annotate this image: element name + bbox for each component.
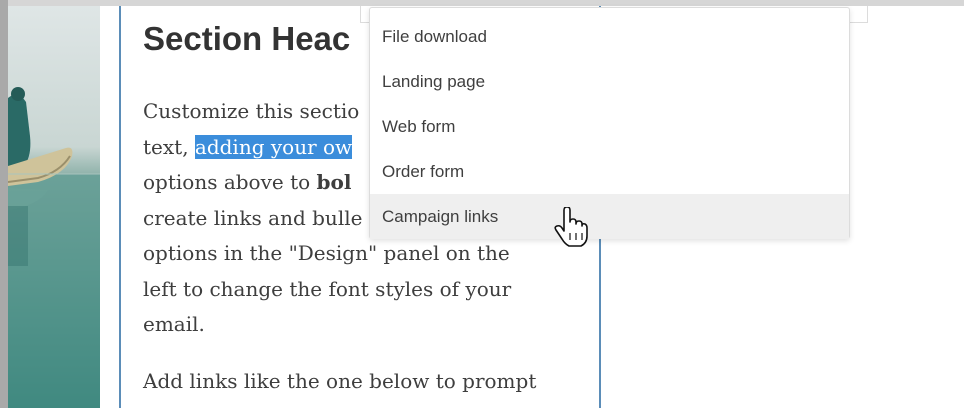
- dropdown-item-web-form[interactable]: Web form: [370, 104, 849, 149]
- body-line-7: email.: [143, 312, 205, 336]
- canoe-photo[interactable]: [8, 6, 100, 408]
- menu-anchor-right: [849, 6, 868, 23]
- body-line-5: options in the "Design" panel on the: [143, 241, 510, 265]
- link-type-dropdown: File download Landing page Web form Orde…: [369, 7, 850, 239]
- body-line-1: Customize this sectio: [143, 99, 360, 123]
- body-line-4: create links and bulle: [143, 205, 363, 230]
- dropdown-item-order-form[interactable]: Order form: [370, 149, 849, 194]
- window-edge: [0, 0, 8, 408]
- body-line-6: left to change the font styles of your: [143, 276, 512, 301]
- dropdown-item-campaign-links[interactable]: Campaign links: [370, 194, 849, 239]
- bold-text: bol: [316, 170, 352, 194]
- dropdown-item-file-download[interactable]: File download: [370, 14, 849, 59]
- dropdown-item-landing-page[interactable]: Landing page: [370, 59, 849, 104]
- section-body-paragraph-2[interactable]: Add links like the one below to prompt: [143, 364, 563, 400]
- hand-pointer-icon: [554, 206, 588, 252]
- section-heading[interactable]: Section Heac: [143, 20, 350, 58]
- body-line-3-prefix: options above to: [143, 170, 317, 194]
- selected-text[interactable]: adding your ow: [194, 134, 353, 159]
- body-line-2-prefix: text,: [143, 134, 195, 159]
